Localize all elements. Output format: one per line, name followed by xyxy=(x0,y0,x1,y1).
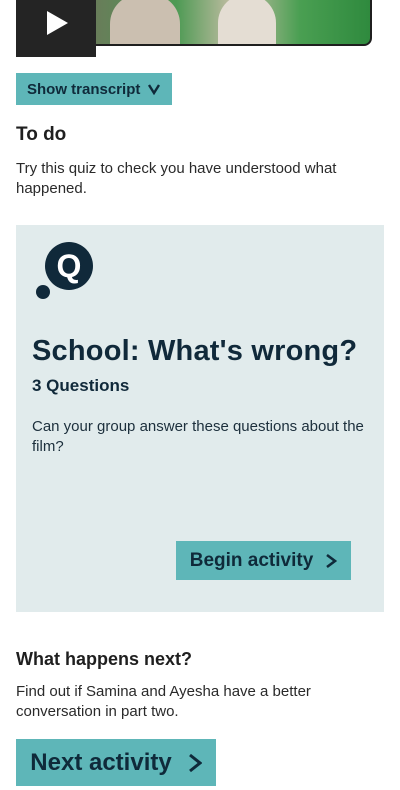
show-transcript-label: Show transcript xyxy=(27,80,141,98)
next-activity-label: Next activity xyxy=(30,748,172,776)
quiz-card: Q School: What's wrong? 3 Questions Can … xyxy=(16,225,384,612)
todo-heading: To do xyxy=(16,124,67,145)
begin-activity-label: Begin activity xyxy=(189,549,314,571)
chevron-right-icon xyxy=(326,553,338,568)
quiz-q-icon: Q xyxy=(36,242,93,299)
next-heading: What happens next? xyxy=(16,649,193,669)
quiz-question-count: 3 Questions xyxy=(32,376,130,395)
begin-activity-button[interactable]: Begin activity xyxy=(176,541,351,580)
svg-text:Q: Q xyxy=(57,248,82,284)
play-icon xyxy=(47,10,68,35)
video-figure xyxy=(218,0,276,44)
todo-text: Try this quiz to check you have understo… xyxy=(16,160,337,197)
video-player[interactable] xyxy=(16,0,372,57)
play-button[interactable] xyxy=(16,0,96,57)
next-text: Find out if Samina and Ayesha have a bet… xyxy=(16,683,311,720)
chevron-down-icon xyxy=(148,84,161,95)
video-figure xyxy=(110,0,180,44)
next-activity-button[interactable]: Next activity xyxy=(16,739,216,786)
show-transcript-button[interactable]: Show transcript xyxy=(16,73,173,105)
quiz-description: Can your group answer these questions ab… xyxy=(32,418,364,455)
chevron-right-icon xyxy=(188,753,202,772)
quiz-title: School: What's wrong? xyxy=(32,335,358,367)
